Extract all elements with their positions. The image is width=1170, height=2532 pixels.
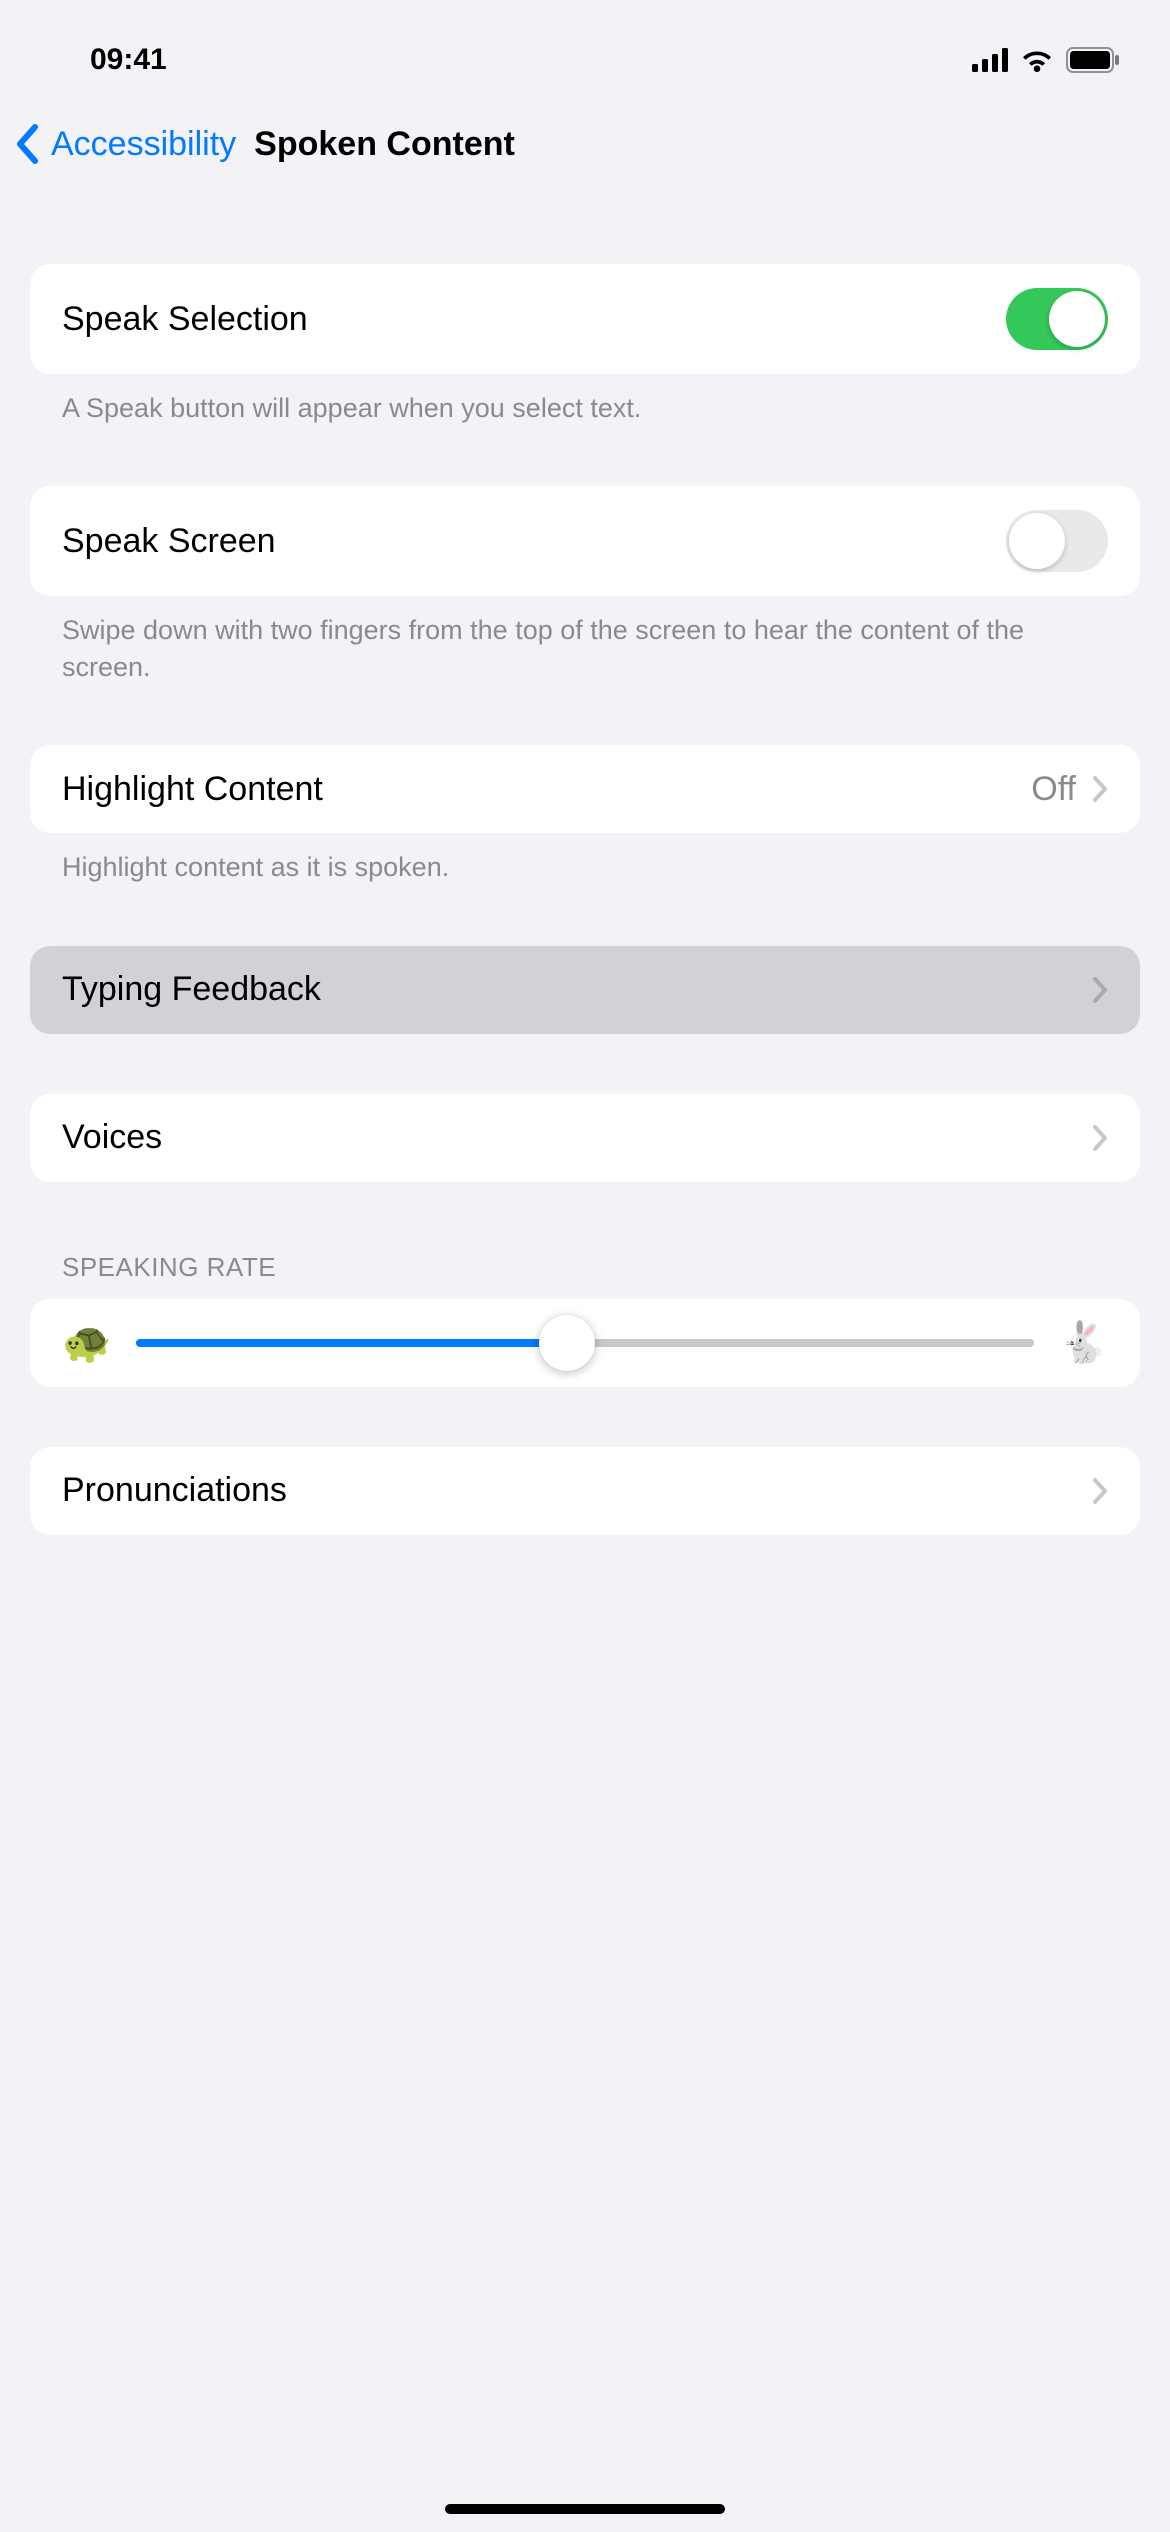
status-time: 09:41	[90, 43, 167, 77]
speak-selection-footer: A Speak button will appear when you sele…	[30, 374, 1140, 426]
typing-feedback-label: Typing Feedback	[62, 970, 321, 1009]
section-highlight-content: Highlight Content Off Highlight content …	[30, 745, 1140, 885]
typing-feedback-row[interactable]: Typing Feedback	[30, 946, 1140, 1034]
nav-title: Spoken Content	[254, 125, 515, 164]
back-label: Accessibility	[51, 125, 236, 164]
hare-icon: 🐇	[1058, 1323, 1108, 1363]
chevron-left-icon	[14, 124, 39, 164]
highlight-content-row[interactable]: Highlight Content Off	[30, 745, 1140, 833]
slider-thumb[interactable]	[539, 1315, 595, 1371]
pronunciations-label: Pronunciations	[62, 1471, 287, 1510]
wifi-icon	[1020, 48, 1054, 72]
chevron-right-icon	[1092, 1124, 1108, 1152]
chevron-right-icon	[1092, 1477, 1108, 1505]
speak-screen-toggle[interactable]	[1006, 510, 1108, 572]
speak-selection-row: Speak Selection	[30, 264, 1140, 374]
section-pronunciations: Pronunciations	[30, 1447, 1140, 1535]
speak-selection-toggle[interactable]	[1006, 288, 1108, 350]
highlight-content-label: Highlight Content	[62, 770, 323, 809]
highlight-content-value: Off	[1031, 770, 1076, 809]
tortoise-icon: 🐢	[62, 1323, 112, 1363]
chevron-right-icon	[1092, 775, 1108, 803]
cellular-icon	[972, 48, 1008, 72]
status-icons	[972, 47, 1120, 73]
speak-screen-footer: Swipe down with two fingers from the top…	[30, 596, 1140, 685]
speak-selection-label: Speak Selection	[62, 300, 308, 339]
section-speaking-rate: Speaking Rate 🐢 🐇	[30, 1232, 1140, 1387]
section-typing-feedback: Typing Feedback	[30, 946, 1140, 1034]
back-button[interactable]: Accessibility	[14, 124, 236, 164]
speaking-rate-slider-row: 🐢 🐇	[30, 1299, 1140, 1387]
speaking-rate-header: Speaking Rate	[30, 1232, 1140, 1299]
voices-row[interactable]: Voices	[30, 1094, 1140, 1182]
speaking-rate-slider[interactable]	[136, 1339, 1034, 1347]
pronunciations-row[interactable]: Pronunciations	[30, 1447, 1140, 1535]
speak-screen-label: Speak Screen	[62, 522, 276, 561]
section-voices: Voices	[30, 1094, 1140, 1182]
section-speak-selection: Speak Selection A Speak button will appe…	[30, 264, 1140, 426]
voices-label: Voices	[62, 1118, 162, 1157]
nav-bar: Accessibility Spoken Content	[0, 100, 1170, 194]
status-bar: 09:41	[0, 0, 1170, 100]
speak-screen-row: Speak Screen	[30, 486, 1140, 596]
section-speak-screen: Speak Screen Swipe down with two fingers…	[30, 486, 1140, 685]
home-indicator[interactable]	[445, 2504, 725, 2514]
battery-icon	[1066, 47, 1120, 73]
chevron-right-icon	[1092, 976, 1108, 1004]
highlight-content-footer: Highlight content as it is spoken.	[30, 833, 1140, 885]
